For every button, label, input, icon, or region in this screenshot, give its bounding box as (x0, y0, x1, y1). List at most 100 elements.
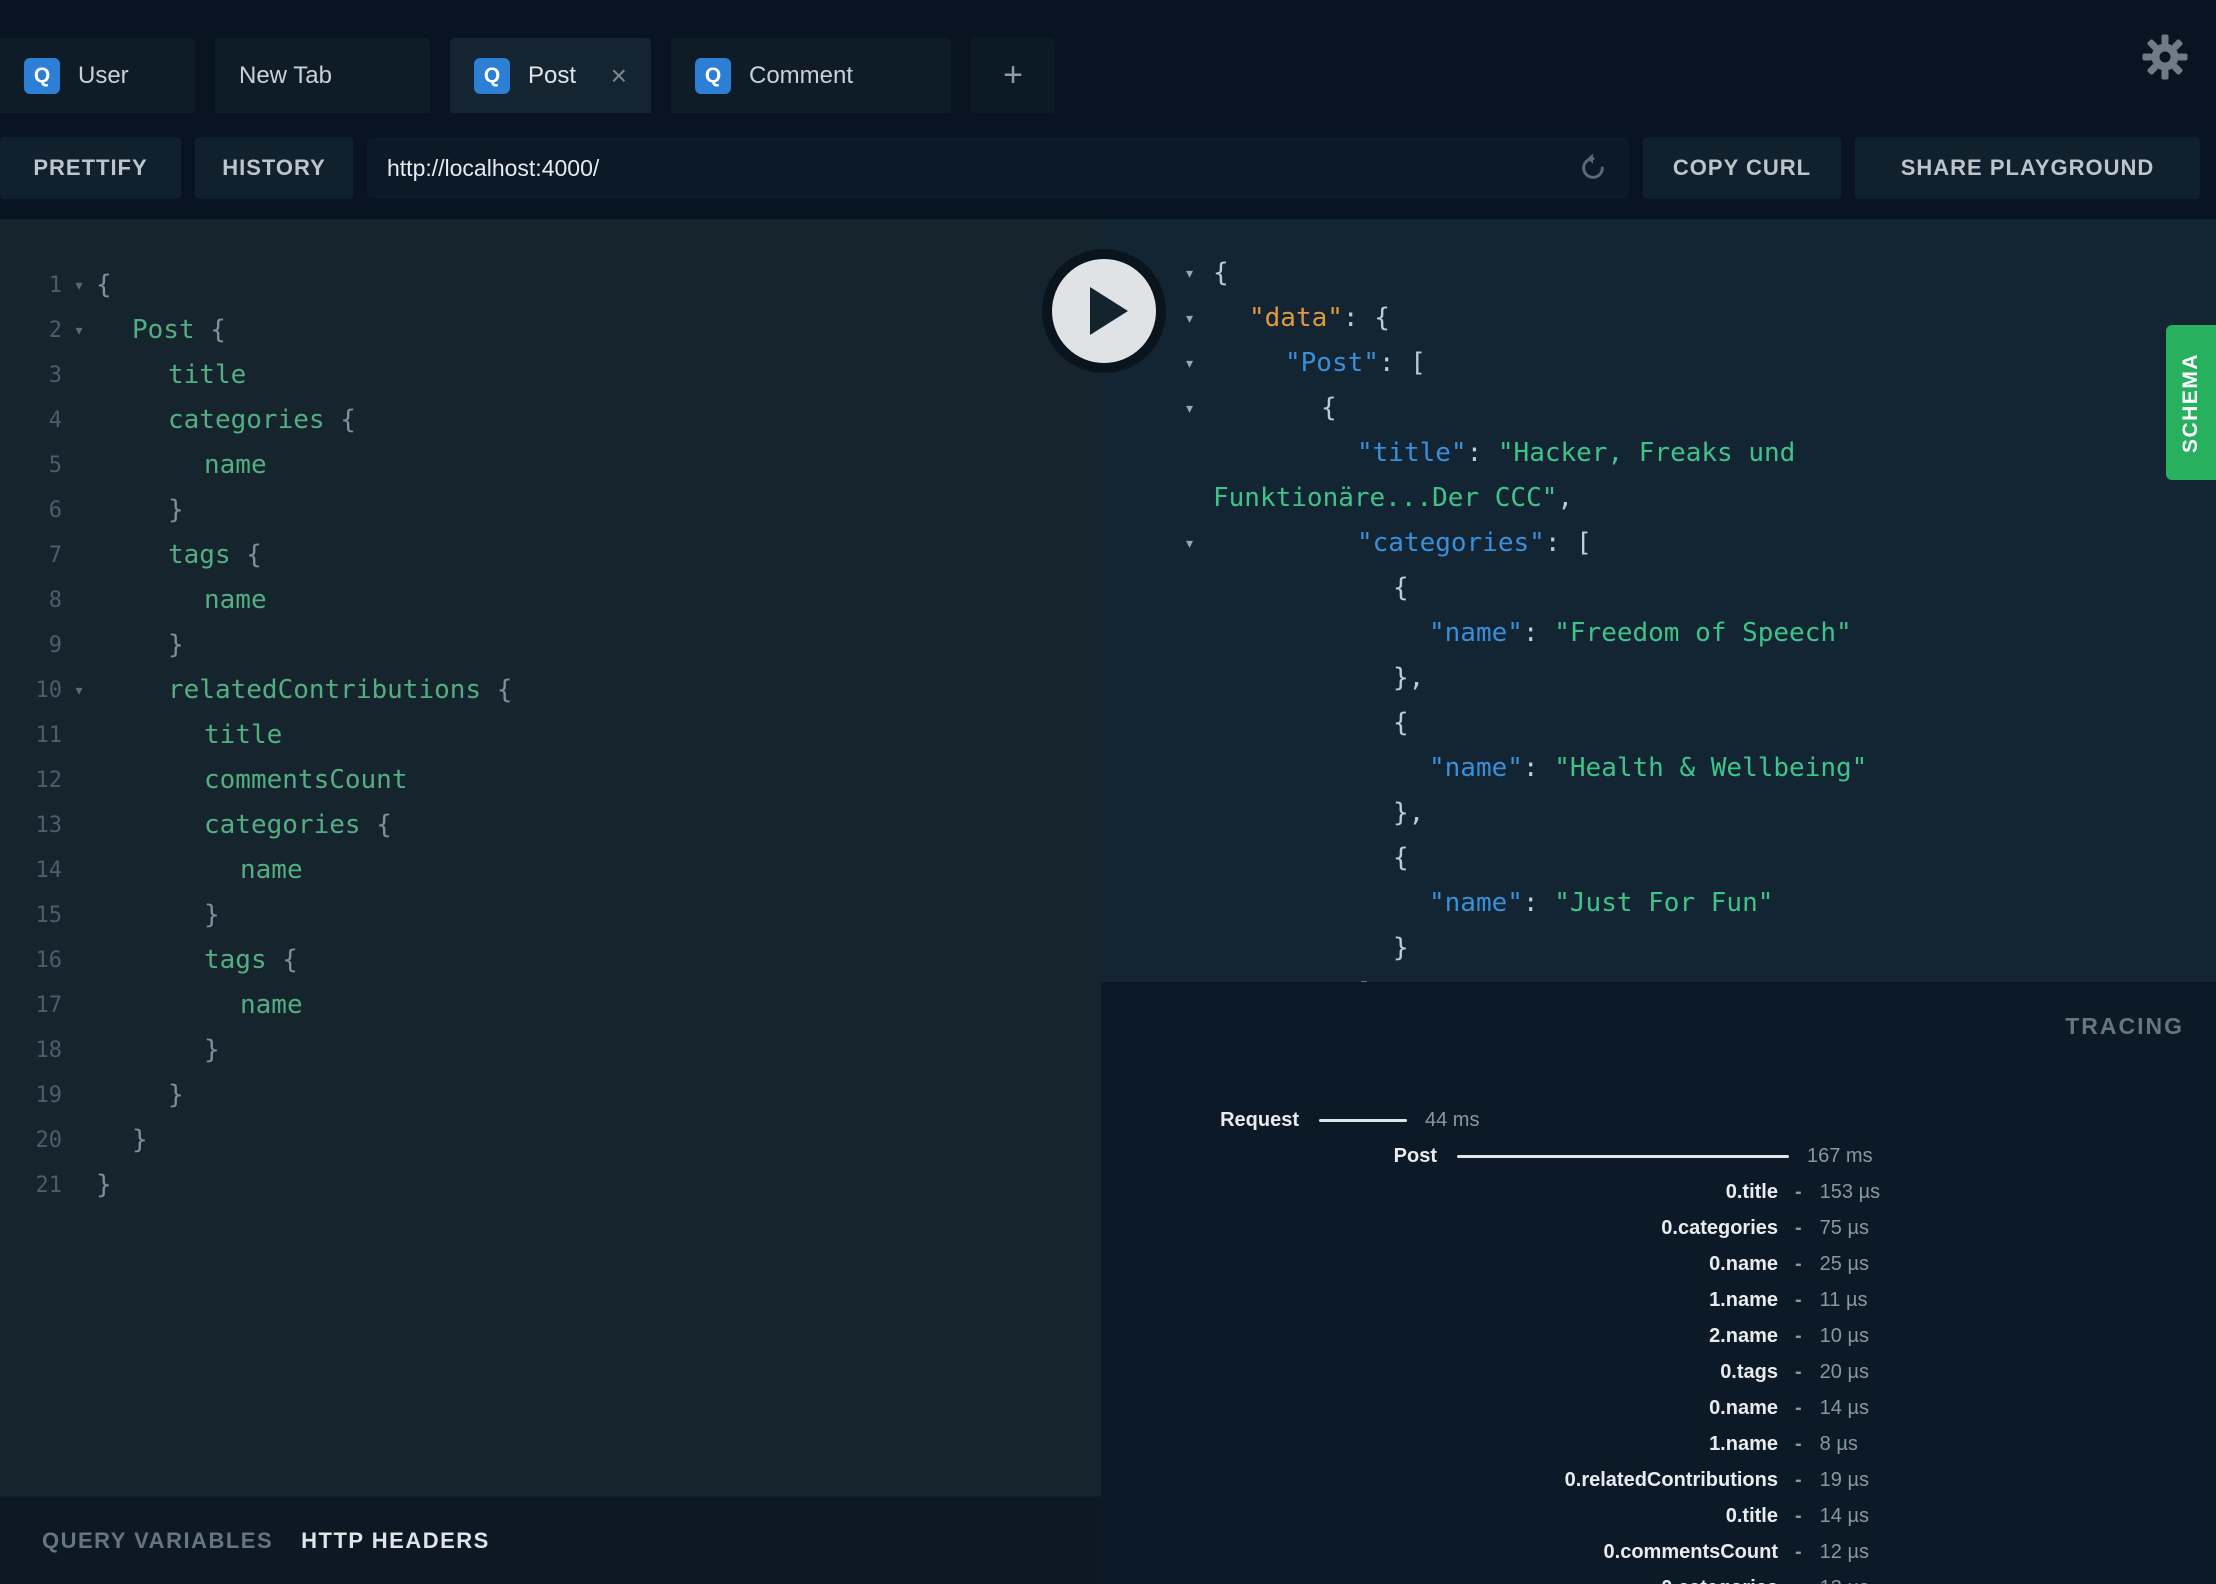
query-line[interactable]: 9} (0, 623, 1101, 668)
query-line[interactable]: 2 ▾ Post { (0, 308, 1101, 353)
query-line[interactable]: 14 name (0, 848, 1101, 893)
punctuation-token: : (1466, 438, 1498, 468)
fold-gutter (1101, 701, 1213, 746)
dash: - (1795, 1577, 1802, 1584)
punctuation-token: } (168, 630, 184, 660)
top-chrome: Q User New Tab Q Post × Q Comment + PRET… (0, 0, 2216, 219)
trace-label: 0.name (1709, 1252, 1778, 1275)
url-bar[interactable] (367, 137, 1629, 199)
code-text: relatedContributions { (96, 668, 512, 713)
query-variables-tab[interactable]: QUERY VARIABLES (42, 1528, 273, 1554)
tab-new-tab[interactable]: New Tab (215, 38, 430, 113)
query-line[interactable]: 7 tags { (0, 533, 1101, 578)
field-token: title (168, 360, 247, 390)
query-line[interactable]: 17 name (0, 983, 1101, 1028)
close-tab-icon[interactable]: × (593, 61, 627, 90)
line-number: 3 (48, 363, 62, 388)
dash: - (1795, 1180, 1802, 1203)
fold-gutter (1101, 881, 1213, 926)
execute-button[interactable] (1042, 249, 1166, 373)
response-line: }, (1101, 791, 2216, 836)
tab-user[interactable]: Q User (0, 38, 195, 113)
key-token: "Post" (1285, 348, 1379, 378)
query-line[interactable]: 6} (0, 488, 1101, 533)
fold-arrow-icon[interactable]: ▾ (62, 263, 96, 308)
collapse-arrow-icon[interactable]: ▾ (1101, 386, 1213, 431)
query-line[interactable]: 20} (0, 1118, 1101, 1163)
response-line: ], (1101, 971, 2216, 982)
query-line[interactable]: 16 tags { (0, 938, 1101, 983)
response-line: "name": "Just For Fun" (1101, 881, 2216, 926)
punctuation-token: : (1522, 888, 1555, 918)
field-token: commentsCount (204, 765, 408, 795)
query-line[interactable]: 3 title (0, 353, 1101, 398)
code-text: categories { (96, 398, 356, 443)
punctuation-token: { (360, 810, 392, 840)
new-tab-button[interactable]: + (971, 38, 1055, 113)
query-line[interactable]: 12 commentsCount (0, 758, 1101, 803)
code-text: } (96, 623, 184, 668)
trace-row: 0.tags -20 µs (1101, 1354, 2216, 1390)
tracing-title: TRACING (2065, 1013, 2184, 1039)
query-editor-lines[interactable]: 1 ▾{2 ▾ Post { 3 title 4 categories { 5 name 6} 7 ta… (0, 219, 1101, 1496)
trace-duration: 19 µs (1819, 1468, 1869, 1491)
field-token: name (204, 450, 267, 480)
copy-curl-button[interactable]: COPY CURL (1643, 137, 1841, 199)
trace-label: 1.name (1709, 1288, 1778, 1311)
query-line[interactable]: 1 ▾{ (0, 263, 1101, 308)
code-text: } (96, 1028, 220, 1073)
fold-gutter (62, 1073, 96, 1118)
query-line[interactable]: 5 name (0, 443, 1101, 488)
json-text: "title": "Hacker, Freaks und (1213, 431, 1795, 476)
history-button[interactable]: HISTORY (195, 137, 353, 199)
prettify-button[interactable]: PRETTIFY (0, 137, 181, 199)
trace-row: 0.name -25 µs (1101, 1246, 2216, 1282)
fold-arrow-icon[interactable]: ▾ (62, 668, 96, 713)
code-text: tags { (96, 533, 262, 578)
http-headers-tab[interactable]: HTTP HEADERS (301, 1528, 490, 1554)
endpoint-url-input[interactable] (387, 154, 1563, 182)
fold-gutter (1101, 476, 1213, 521)
query-line[interactable]: 13 categories { (0, 803, 1101, 848)
string-token: "Just For Fun" (1554, 888, 1774, 918)
tab-post[interactable]: Q Post × (450, 38, 651, 113)
fold-gutter (62, 488, 96, 533)
query-line[interactable]: 15} (0, 893, 1101, 938)
query-line[interactable]: 18} (0, 1028, 1101, 1073)
punctuation-token: } (168, 1080, 184, 1110)
settings-gear-icon[interactable] (2142, 34, 2188, 85)
share-playground-button[interactable]: SHARE PLAYGROUND (1855, 137, 2200, 199)
query-line[interactable]: 19} (0, 1073, 1101, 1118)
trace-duration: 75 µs (1819, 1216, 1869, 1239)
code-text: { (96, 263, 112, 308)
punctuation-token: { (324, 405, 356, 435)
query-line[interactable]: 10 ▾ relatedContributions { (0, 668, 1101, 713)
trace-label: 0.categories (1101, 1577, 1778, 1584)
query-line[interactable]: 11 title (0, 713, 1101, 758)
query-editor-pane[interactable]: 1 ▾{2 ▾ Post { 3 title 4 categories { 5 name 6} 7 ta… (0, 219, 1101, 1584)
field-token: name (204, 585, 267, 615)
schema-tab[interactable]: SCHEMA (2166, 325, 2216, 480)
fold-arrow-icon[interactable]: ▾ (62, 308, 96, 353)
json-text: "Post": [ (1213, 341, 1426, 386)
line-number: 16 (35, 948, 63, 973)
reload-icon[interactable] (1577, 152, 1609, 184)
tab-comment[interactable]: Q Comment (671, 38, 951, 113)
fold-gutter (1101, 566, 1213, 611)
line-number: 5 (48, 453, 62, 478)
punctuation-token: : (1522, 618, 1555, 648)
line-number: 10 (35, 678, 63, 703)
query-line[interactable]: 8 name (0, 578, 1101, 623)
response-line: ▾ "Post": [ (1101, 341, 2216, 386)
key-token: "name" (1429, 753, 1523, 783)
response-line: Funktionäre...Der CCC", (1101, 476, 2216, 521)
fold-gutter (62, 983, 96, 1028)
collapse-arrow-icon[interactable]: ▾ (1101, 521, 1213, 566)
query-line[interactable]: 21} (0, 1163, 1101, 1208)
code-text: } (96, 893, 220, 938)
query-line[interactable]: 4 categories { (0, 398, 1101, 443)
json-text: Funktionäre...Der CCC", (1213, 476, 1573, 521)
play-icon (1090, 287, 1128, 335)
data-key-token: "data" (1249, 303, 1343, 333)
trace-duration: 14 µs (1819, 1396, 1869, 1419)
